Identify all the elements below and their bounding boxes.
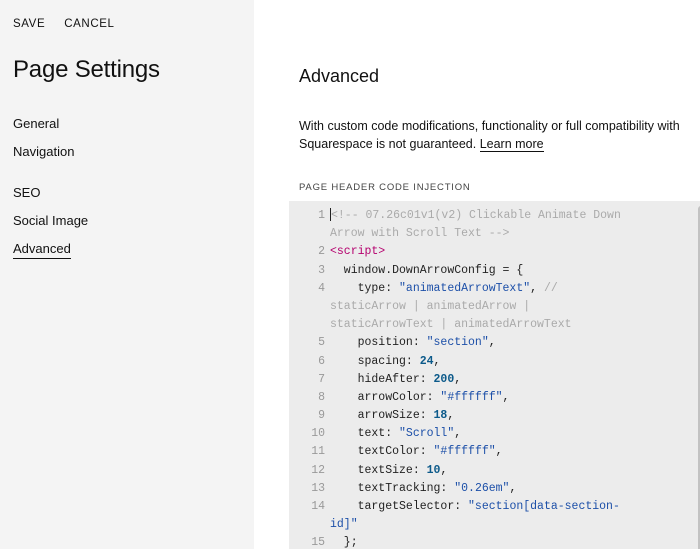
code-punct: , [495, 445, 503, 459]
code-line: 13 textTracking: "0.26em", [289, 480, 621, 498]
code-line: id]" [289, 516, 621, 534]
code-string: "#ffffff" [440, 390, 503, 404]
code-line: 8 arrowColor: "#ffffff", [289, 389, 621, 407]
code-comment: staticArrowText | animatedArrowText [330, 318, 572, 332]
line-number: 7 [318, 372, 325, 386]
code-line: staticArrowText | animatedArrowText [289, 316, 621, 334]
code-string: "section" [426, 336, 489, 350]
code-line: 7 hideAfter: 200, [289, 371, 621, 389]
description-line-2: Squarespace is not guaranteed. [299, 137, 477, 151]
code-punct: , [509, 481, 517, 495]
sidebar: SAVE CANCEL Page Settings General Naviga… [0, 0, 254, 549]
code-number: 18 [433, 409, 448, 423]
code-punct: , [530, 281, 538, 295]
code-tag: <script> [330, 245, 386, 259]
description: With custom code modifications, function… [299, 117, 700, 153]
code-punct: , [440, 463, 448, 477]
code-line: 6 spacing: 24, [289, 353, 621, 371]
code-key: position: [330, 336, 427, 350]
line-number: 3 [318, 263, 325, 277]
code-punct: , [454, 372, 462, 386]
code-lines: 1 <!-- 07.26c01v1(v2) Clickable Animate D… [289, 207, 621, 549]
line-number: 2 [318, 245, 325, 259]
code-key: textSize: [330, 463, 427, 477]
code-key: textTracking: [330, 481, 455, 495]
sidebar-item-navigation[interactable]: Navigation [13, 144, 74, 159]
page-title: Advanced [299, 66, 380, 86]
code-string: "animatedArrowText" [399, 281, 531, 295]
code-line: 2 <script> [289, 243, 621, 261]
code-punct: , [488, 336, 496, 350]
sidebar-item-seo[interactable]: SEO [13, 185, 40, 200]
line-number: 1 [318, 209, 325, 222]
sidebar-item-general[interactable]: General [13, 116, 59, 131]
code-number: 200 [433, 372, 455, 386]
code-line: 3 window.DownArrowConfig = { [289, 262, 621, 280]
code-line: 15 }; [289, 534, 621, 549]
code-line: 11 textColor: "#ffffff", [289, 443, 621, 461]
code-string: "Scroll" [399, 427, 455, 441]
line-number: 6 [318, 354, 325, 368]
code-punct: , [454, 427, 462, 441]
code-text: window.DownArrowConfig = { [330, 263, 524, 277]
code-line: 12 textSize: 10, [289, 462, 621, 480]
code-editor[interactable]: 1 <!-- 07.26c01v1(v2) Clickable Animate D… [289, 201, 700, 549]
code-key: textColor: [330, 445, 434, 459]
line-number: 12 [311, 463, 325, 477]
code-string: "section[data-section- [468, 500, 620, 513]
line-number: 15 [311, 536, 325, 549]
code-comment: Arrow with Scroll Text --> [330, 227, 510, 241]
sidebar-item-advanced[interactable]: Advanced [13, 241, 71, 259]
code-punct: , [447, 409, 455, 423]
code-line: 5 position: "section", [289, 334, 621, 352]
sidebar-title: Page Settings [13, 56, 160, 83]
code-line: 4 type: "animatedArrowText", // [289, 280, 621, 298]
code-comment: // [537, 281, 558, 295]
line-number: 11 [311, 445, 325, 459]
code-key: arrowSize: [330, 409, 434, 423]
code-key: text: [330, 427, 400, 441]
code-text: }; [330, 536, 358, 549]
code-string: id]" [330, 518, 358, 532]
line-number: 4 [318, 281, 325, 295]
code-number: 24 [419, 354, 434, 368]
sidebar-item-social-image[interactable]: Social Image [13, 213, 88, 228]
code-line: 10 text: "Scroll", [289, 425, 621, 443]
code-key: type: [330, 281, 400, 295]
code-number: 10 [426, 463, 441, 477]
code-punct: , [433, 354, 441, 368]
cancel-button[interactable]: CANCEL [64, 18, 114, 30]
code-key: spacing: [330, 354, 420, 368]
section-label: PAGE HEADER CODE INJECTION [299, 182, 471, 193]
code-line: staticArrow | animatedArrow | [289, 298, 621, 316]
line-number: 9 [318, 409, 325, 423]
line-number: 8 [318, 390, 325, 404]
save-button[interactable]: SAVE [13, 18, 45, 30]
line-number: 13 [311, 481, 325, 495]
line-number: 5 [318, 336, 325, 350]
header-actions: SAVE CANCEL [13, 18, 115, 30]
code-key: hideAfter: [330, 372, 434, 386]
code-key: targetSelector: [330, 500, 469, 513]
line-number: 14 [311, 500, 325, 513]
line-number: 10 [311, 427, 325, 441]
code-comment: <!-- 07.26c01v1(v2) Clickable Animate Do… [331, 209, 621, 222]
learn-more-link[interactable]: Learn more [479, 137, 544, 152]
code-comment: staticArrow | animatedArrow | [330, 299, 531, 313]
code-line: 1 <!-- 07.26c01v1(v2) Clickable Animate D… [289, 207, 621, 225]
code-string: "0.26em" [454, 481, 510, 495]
code-key: arrowColor: [330, 390, 441, 404]
description-line-1: With custom code modifications, function… [299, 119, 680, 133]
code-line: 14 targetSelector: "section[data-section… [289, 498, 621, 516]
code-line: 9 arrowSize: 18, [289, 407, 621, 425]
code-punct: , [502, 390, 510, 404]
main-panel: Advanced With custom code modifications,… [254, 0, 700, 549]
code-line: Arrow with Scroll Text --> [289, 225, 621, 243]
code-string: "#ffffff" [433, 445, 496, 459]
